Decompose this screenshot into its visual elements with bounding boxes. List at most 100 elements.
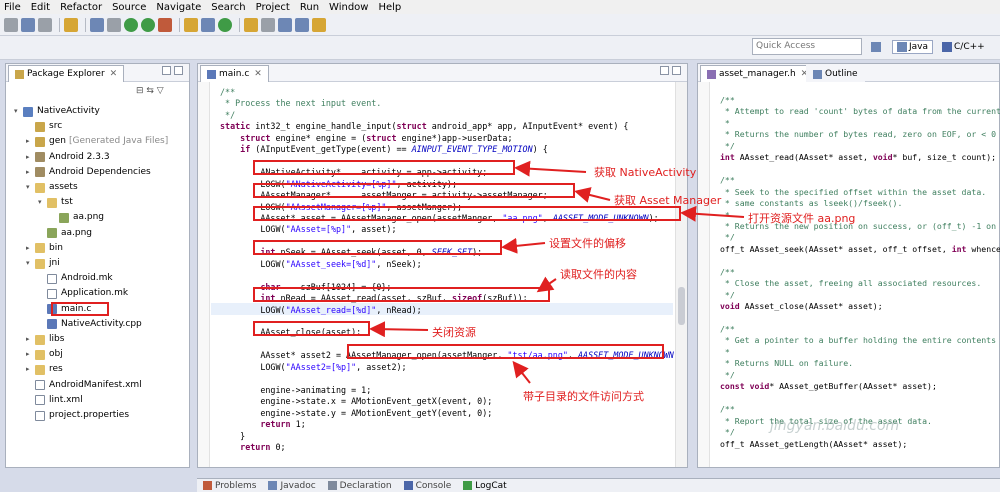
tree-item[interactable]: src [26,119,62,134]
header-code-line: * same constants as lseek()/fseek(). [720,198,903,209]
tree-item[interactable]: ▸ Android Dependencies [26,165,151,180]
expand-toggle-icon[interactable]: ▸ [26,134,35,149]
expand-toggle-icon[interactable]: ▾ [26,180,35,195]
open-type-icon[interactable] [244,17,258,32]
expand-toggle-icon[interactable]: ▾ [14,104,23,119]
search-icon[interactable] [261,17,275,32]
menu-item-refactor[interactable]: Refactor [60,2,102,13]
logcat-icon [463,481,473,490]
tree-item[interactable]: ▸ obj [26,347,63,362]
tree-item[interactable]: Application.mk [38,286,128,301]
highlight-box-asset-manager [253,183,575,198]
expand-toggle-icon[interactable]: ▸ [26,241,35,256]
tree-item[interactable]: ▸ res [26,362,63,377]
navigate-forward-icon[interactable] [295,17,309,32]
menu-item-navigate[interactable]: Navigate [156,2,201,13]
header-code-line: /** [720,95,735,105]
tree-item-label: NativeActivity [37,106,100,116]
tree-item[interactable]: project.properties [26,408,129,423]
close-icon[interactable]: ✕ [110,67,118,82]
tree-item[interactable]: ▾ NativeActivity [14,104,100,119]
maximize-icon[interactable] [174,66,183,75]
close-icon[interactable]: ✕ [254,67,262,82]
menu-item-source[interactable]: Source [112,2,146,13]
expand-toggle-icon[interactable]: ▾ [38,195,47,210]
tab-logcat[interactable]: LogCat [463,480,507,491]
header-code-area[interactable]: /** * Attempt to read 'count' bytes of d… [698,82,1000,467]
expand-toggle-icon[interactable]: ▸ [26,332,35,347]
code-line: * Process the next input event. [220,98,382,109]
java-perspective-button[interactable]: Java [892,39,934,54]
menu-item-project[interactable]: Project [256,2,290,13]
menu-item-file[interactable]: File [4,2,21,13]
file-icon [35,380,45,391]
save-icon[interactable] [21,17,35,32]
tree-item[interactable]: AndroidManifest.xml [26,378,142,393]
menu-item-search[interactable]: Search [211,2,245,13]
expand-toggle-icon[interactable]: ▸ [26,362,35,377]
tab-problems[interactable]: Problems [203,481,256,491]
tree-item[interactable]: ▸ bin [26,241,63,256]
menu-item-edit[interactable]: Edit [31,2,50,13]
vertical-scrollbar[interactable] [675,82,687,467]
tree-item[interactable]: lint.xml [26,393,83,408]
fold-icon [35,182,45,193]
minimize-icon[interactable] [162,66,171,75]
menu-item-run[interactable]: Run [300,2,319,13]
maximize-icon[interactable] [672,66,681,75]
tab-declaration[interactable]: Declaration [327,481,392,491]
pin-editor-icon[interactable] [312,17,326,32]
tab-console[interactable]: Console [403,481,451,491]
img-icon [59,212,69,223]
navigate-back-icon[interactable] [278,17,292,32]
avd-manager-icon[interactable] [107,17,121,32]
quick-access-input[interactable]: Quick Access [752,38,862,55]
print-icon[interactable] [38,17,52,32]
tree-item[interactable]: ▾ tst [38,195,73,210]
tree-item[interactable]: ▾ assets [26,180,78,195]
annotation-get-activity: 获取 NativeActivity [594,166,697,179]
tab-outline[interactable]: Outline [806,65,865,82]
open-perspective-button[interactable] [866,40,888,54]
tree-item[interactable]: NativeActivity.cpp [38,317,142,332]
header-code-line: /** [720,324,735,334]
tree-item[interactable]: ▾ jni [26,256,60,271]
external-tools-icon[interactable] [158,17,172,32]
file-icon [47,273,57,284]
src-icon [35,121,45,132]
expand-toggle-icon[interactable]: ▸ [26,347,35,362]
header-code-line: /** [720,266,735,277]
collapse-all-icon[interactable]: ⊟ ⇆ ▽ [136,86,164,96]
tree-item[interactable]: Android.mk [38,271,113,286]
expand-toggle-icon[interactable]: ▸ [26,150,35,165]
menu-item-help[interactable]: Help [378,2,401,13]
tab-javadoc[interactable]: Javadoc [268,481,316,491]
tree-item[interactable]: aa.png [50,210,104,225]
new-icon[interactable] [4,17,18,32]
right-tabbar: asset_manager.h ✕ Outline [698,64,999,82]
tab-package-explorer[interactable]: Package Explorer ✕ [8,65,125,82]
run-icon[interactable] [141,17,155,32]
tree-item-label: Android Dependencies [49,166,151,177]
build-icon[interactable] [64,17,78,32]
tree-item-label: res [49,364,63,375]
tree-item[interactable]: ▸ gen [Generated Java Files] [26,134,168,149]
tree-item[interactable]: ▸ libs [26,332,64,347]
new-android-project-icon[interactable] [218,17,232,32]
tree-item[interactable]: ▸ Android 2.3.3 [26,150,110,165]
bottom-tab-label: LogCat [475,480,507,491]
expand-toggle-icon[interactable]: ▾ [26,256,35,271]
new-class-icon[interactable] [201,17,215,32]
debug-icon[interactable] [124,17,138,32]
expand-toggle-icon[interactable]: ▸ [26,165,35,180]
tree-item[interactable]: aa.png [38,226,92,241]
cpp-perspective-button[interactable]: C/C++ [937,40,990,54]
minimize-icon[interactable] [660,66,669,75]
menu-item-window[interactable]: Window [329,2,368,13]
new-package-icon[interactable] [184,17,198,32]
sdk-manager-icon[interactable] [90,17,104,32]
editor-view-controls [657,66,681,75]
tab-main-c[interactable]: main.c ✕ [200,65,269,82]
tab-asset-manager-h[interactable]: asset_manager.h ✕ [700,65,816,82]
scrollbar-thumb[interactable] [678,287,685,325]
